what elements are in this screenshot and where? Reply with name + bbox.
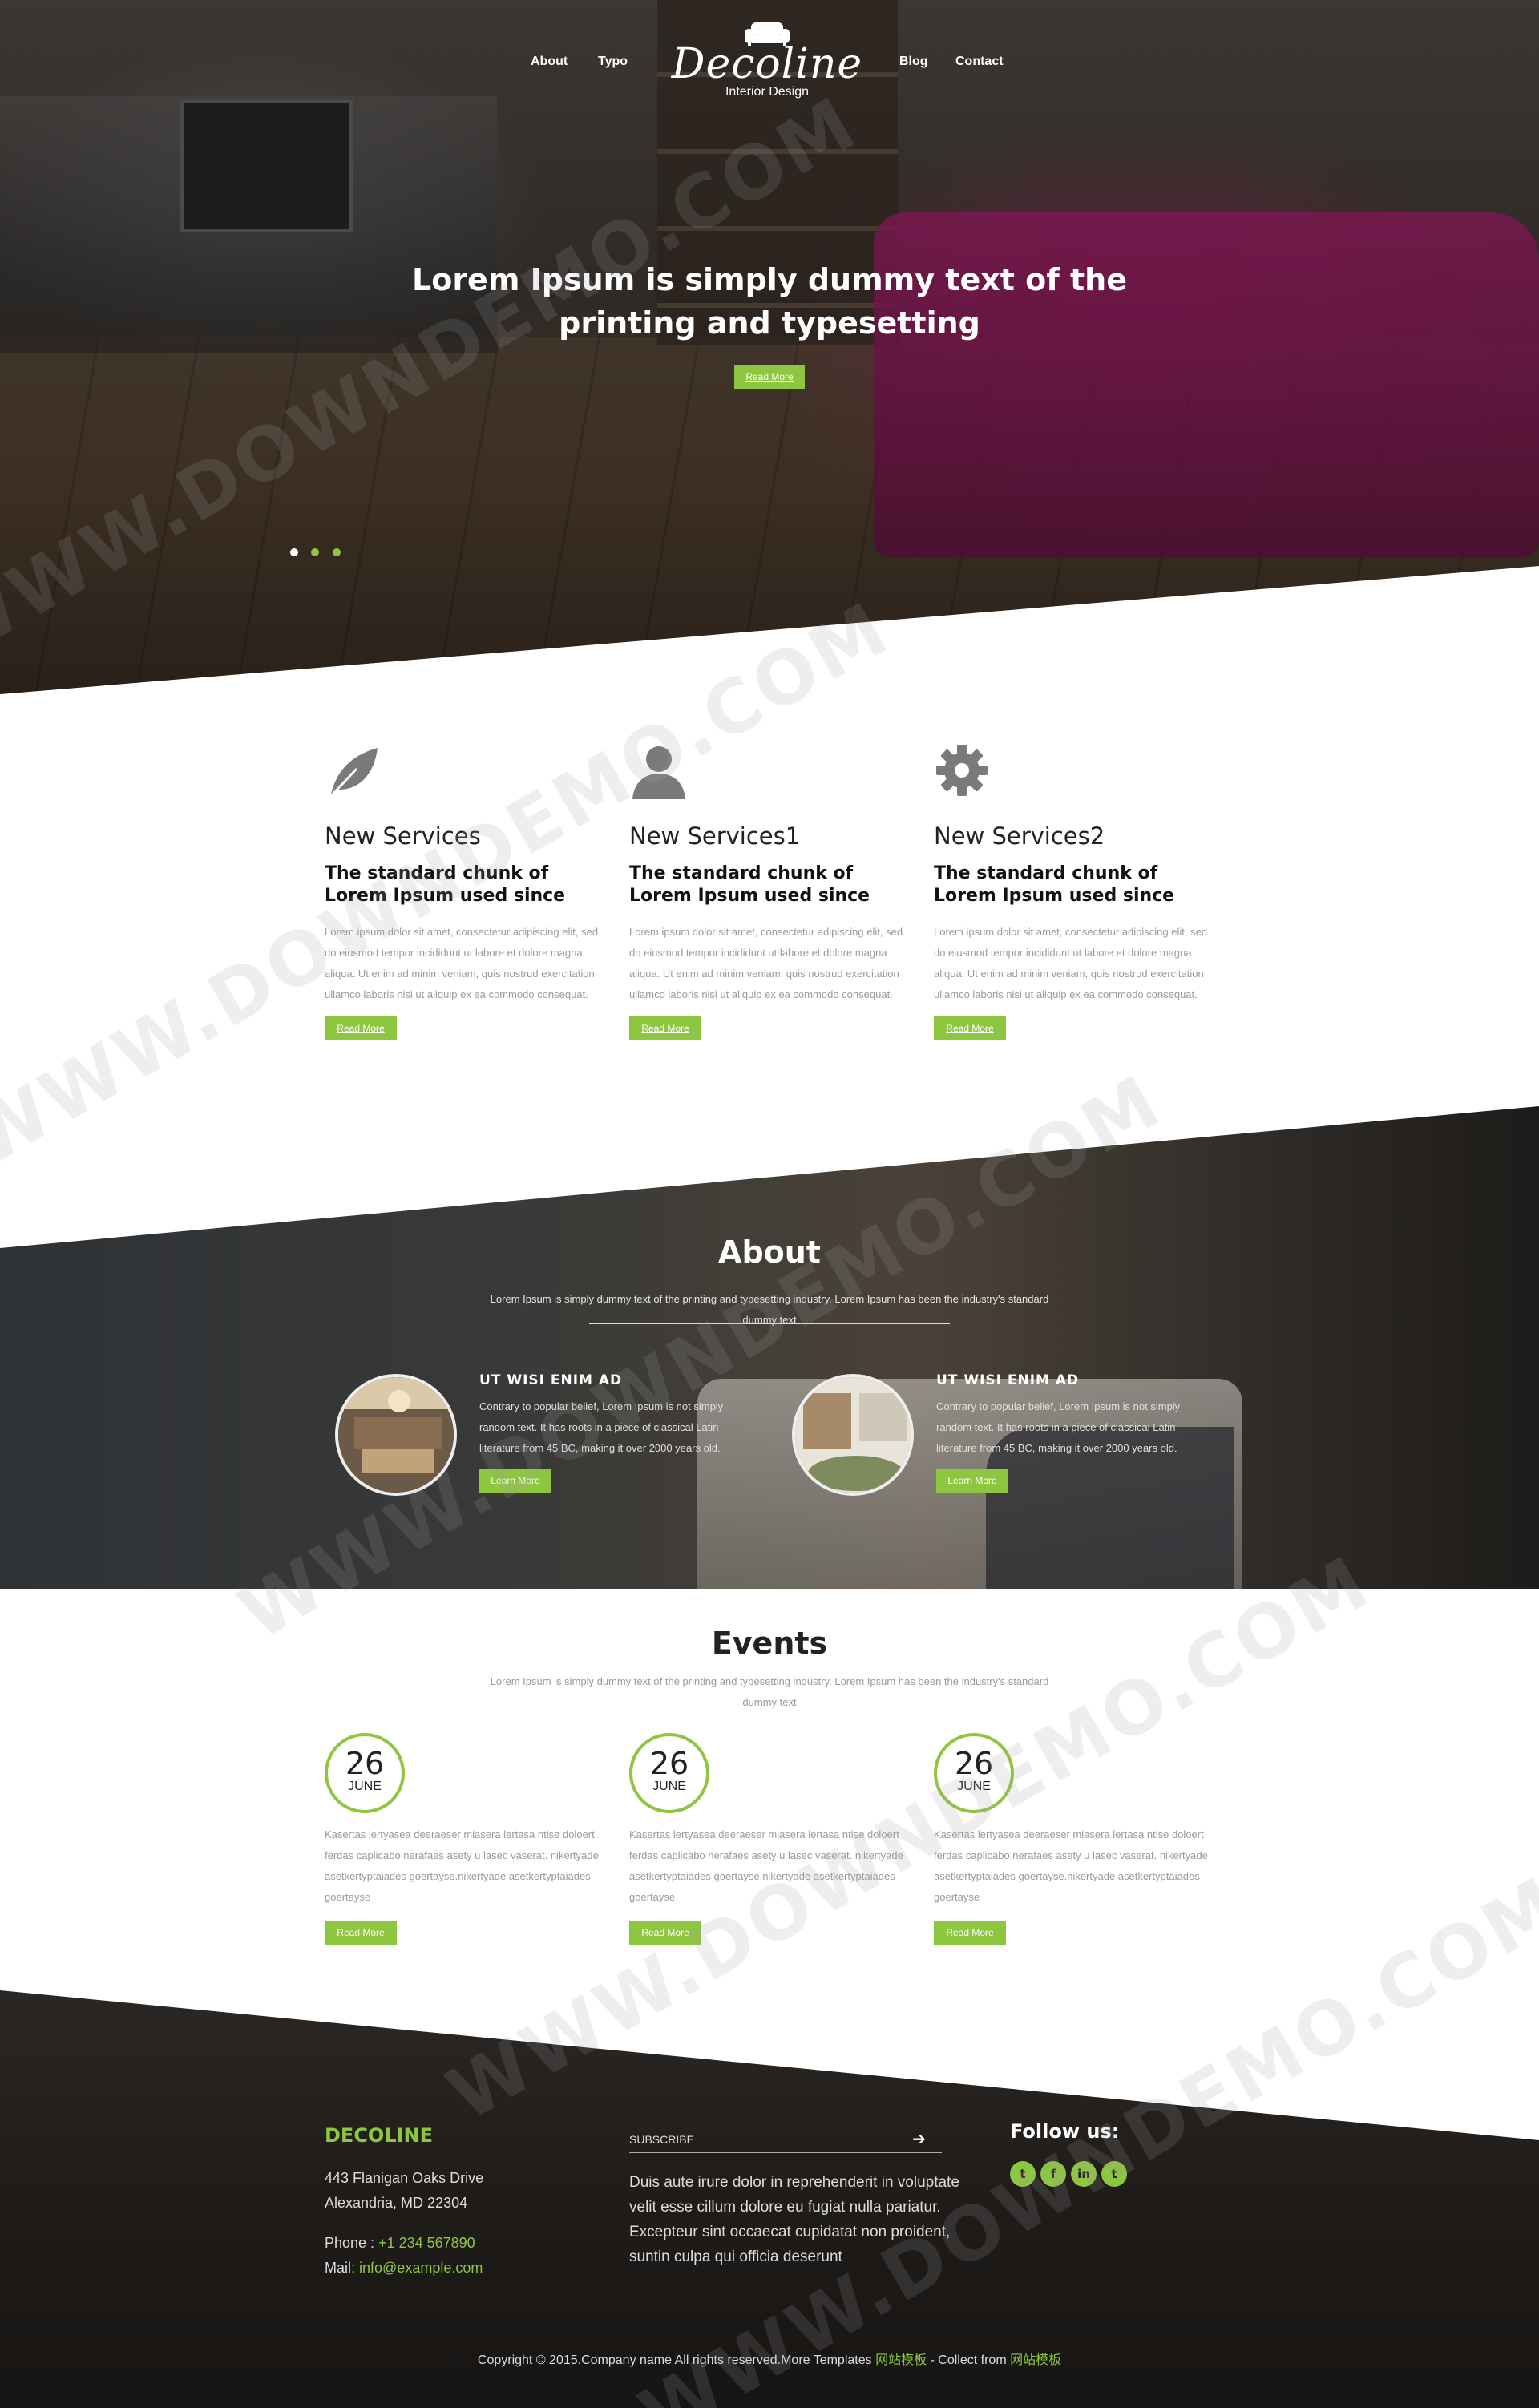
copyright-text: Copyright © 2015.Company name All rights…: [477, 2353, 876, 2367]
event-day: 26: [649, 1746, 689, 1781]
service-subtitle: The standard chunk of Lorem Ipsum used s…: [629, 863, 870, 906]
mail-link[interactable]: info@example.com: [359, 2260, 483, 2276]
event-day: 26: [345, 1746, 385, 1781]
event-month: JUNE: [348, 1780, 382, 1793]
slider-dot[interactable]: [290, 548, 298, 556]
twitter-icon[interactable]: t: [1101, 2161, 1127, 2187]
service-title: New Services: [325, 822, 481, 850]
hero-title: Lorem Ipsum is simply dummy text of the …: [412, 262, 1127, 341]
address-line: Alexandria, MD 22304: [325, 2195, 468, 2211]
learn-more-button[interactable]: Learn More: [936, 1469, 1008, 1493]
service-subtitle: The standard chunk of Lorem Ipsum used s…: [934, 863, 1175, 906]
collect-link[interactable]: 网站模板: [1010, 2353, 1061, 2367]
service-title: New Services1: [629, 822, 801, 850]
slider-dot[interactable]: [311, 548, 320, 556]
about-item-heading: UT WISI ENIM AD: [479, 1372, 623, 1388]
service-card: New Services1 The standard chunk of Lore…: [629, 741, 910, 1040]
event-text: Kasertas lertyasea deeraeser miasera ler…: [629, 1828, 903, 1903]
service-text: Lorem ipsum dolor sit amet, consectetur …: [934, 926, 1208, 1000]
service-read-more-button[interactable]: Read More: [629, 1016, 701, 1040]
follow-heading: Follow us:: [1010, 2120, 1120, 2143]
event-card: 26 JUNE Kasertas lertyasea deeraeser mia…: [325, 1733, 605, 1945]
about-item-heading: UT WISI ENIM AD: [936, 1372, 1080, 1388]
linkedin-icon[interactable]: in: [1071, 2161, 1097, 2187]
hero-monitor: [180, 100, 353, 232]
copyright-text: - Collect from: [927, 2353, 1011, 2367]
event-day: 26: [954, 1746, 994, 1781]
event-text: Kasertas lertyasea deeraeser miasera ler…: [934, 1828, 1208, 1903]
nav-item-contact[interactable]: Contact: [955, 55, 1004, 69]
footer-brand: DECOLINE: [325, 2124, 434, 2147]
templates-link[interactable]: 网站模板: [875, 2353, 927, 2367]
facebook-icon[interactable]: f: [1040, 2161, 1066, 2187]
event-read-more-button[interactable]: Read More: [325, 1921, 397, 1945]
event-read-more-button[interactable]: Read More: [629, 1921, 701, 1945]
social-links: t f in t: [1010, 2161, 1132, 2187]
about-subtitle: Lorem Ipsum is simply dummy text of the …: [490, 1293, 1049, 1326]
leaf-icon: [328, 748, 378, 799]
learn-more-button[interactable]: Learn More: [479, 1469, 551, 1493]
service-card: New Services The standard chunk of Lorem…: [325, 741, 605, 1040]
service-subtitle: The standard chunk of Lorem Ipsum used s…: [325, 863, 566, 906]
about-image: [335, 1374, 457, 1496]
phone-link[interactable]: +1 234 567890: [378, 2235, 475, 2251]
nav-item-typo[interactable]: Typo: [598, 55, 628, 69]
footer-text: Duis aute irure dolor in reprehenderit i…: [629, 2174, 959, 2265]
about-image: [792, 1374, 914, 1496]
service-title: New Services2: [934, 822, 1105, 850]
service-text: Lorem ipsum dolor sit amet, consectetur …: [629, 926, 903, 1000]
about-title: About: [718, 1234, 821, 1270]
service-read-more-button[interactable]: Read More: [934, 1016, 1006, 1040]
nav-item-about[interactable]: About: [531, 55, 568, 69]
footer-address: 443 Flanigan Oaks Drive Alexandria, MD 2…: [325, 2166, 483, 2216]
gear-icon: [936, 745, 988, 796]
site-logo[interactable]: Decoline Interior Design: [659, 21, 875, 99]
slider-dot[interactable]: [332, 548, 341, 556]
event-read-more-button[interactable]: Read More: [934, 1921, 1006, 1945]
divider: [589, 1323, 950, 1324]
service-card: New Services2 The standard chunk of Lore…: [934, 741, 1214, 1040]
hero-read-more-button[interactable]: Read More: [734, 365, 805, 389]
address-line: 443 Flanigan Oaks Drive: [325, 2170, 484, 2186]
logo-brand: Decoline: [671, 40, 863, 88]
event-date-badge: 26 JUNE: [629, 1733, 709, 1813]
event-card: 26 JUNE Kasertas lertyasea deeraeser mia…: [934, 1733, 1214, 1945]
nav-item-blog[interactable]: Blog: [899, 55, 928, 69]
service-text: Lorem ipsum dolor sit amet, consectetur …: [325, 926, 599, 1000]
event-text: Kasertas lertyasea deeraeser miasera ler…: [325, 1828, 599, 1903]
about-background: [0, 1106, 1539, 1589]
event-month: JUNE: [957, 1780, 991, 1793]
event-date-badge: 26 JUNE: [325, 1733, 405, 1813]
event-card: 26 JUNE Kasertas lertyasea deeraeser mia…: [629, 1733, 910, 1945]
twitter-icon[interactable]: t: [1010, 2161, 1036, 2187]
service-read-more-button[interactable]: Read More: [325, 1016, 397, 1040]
copyright: Copyright © 2015.Company name All rights…: [369, 2349, 1170, 2368]
events-title: Events: [711, 1626, 828, 1661]
phone-label: Phone :: [325, 2235, 379, 2251]
subscribe-form: ➔: [629, 2127, 942, 2153]
event-month: JUNE: [652, 1780, 686, 1793]
event-date-badge: 26 JUNE: [934, 1733, 1014, 1813]
subscribe-input[interactable]: [629, 2127, 902, 2151]
footer-contact: Phone : +1 234 567890 Mail: info@example…: [325, 2231, 483, 2281]
slider-dots: [290, 546, 350, 560]
about-item-text: Contrary to popular belief, Lorem Ipsum …: [479, 1400, 724, 1454]
about-item-text: Contrary to popular belief, Lorem Ipsum …: [936, 1400, 1181, 1454]
user-icon: [632, 746, 685, 799]
mail-label: Mail:: [325, 2260, 360, 2276]
arrow-right-icon[interactable]: ➔: [912, 2129, 926, 2149]
